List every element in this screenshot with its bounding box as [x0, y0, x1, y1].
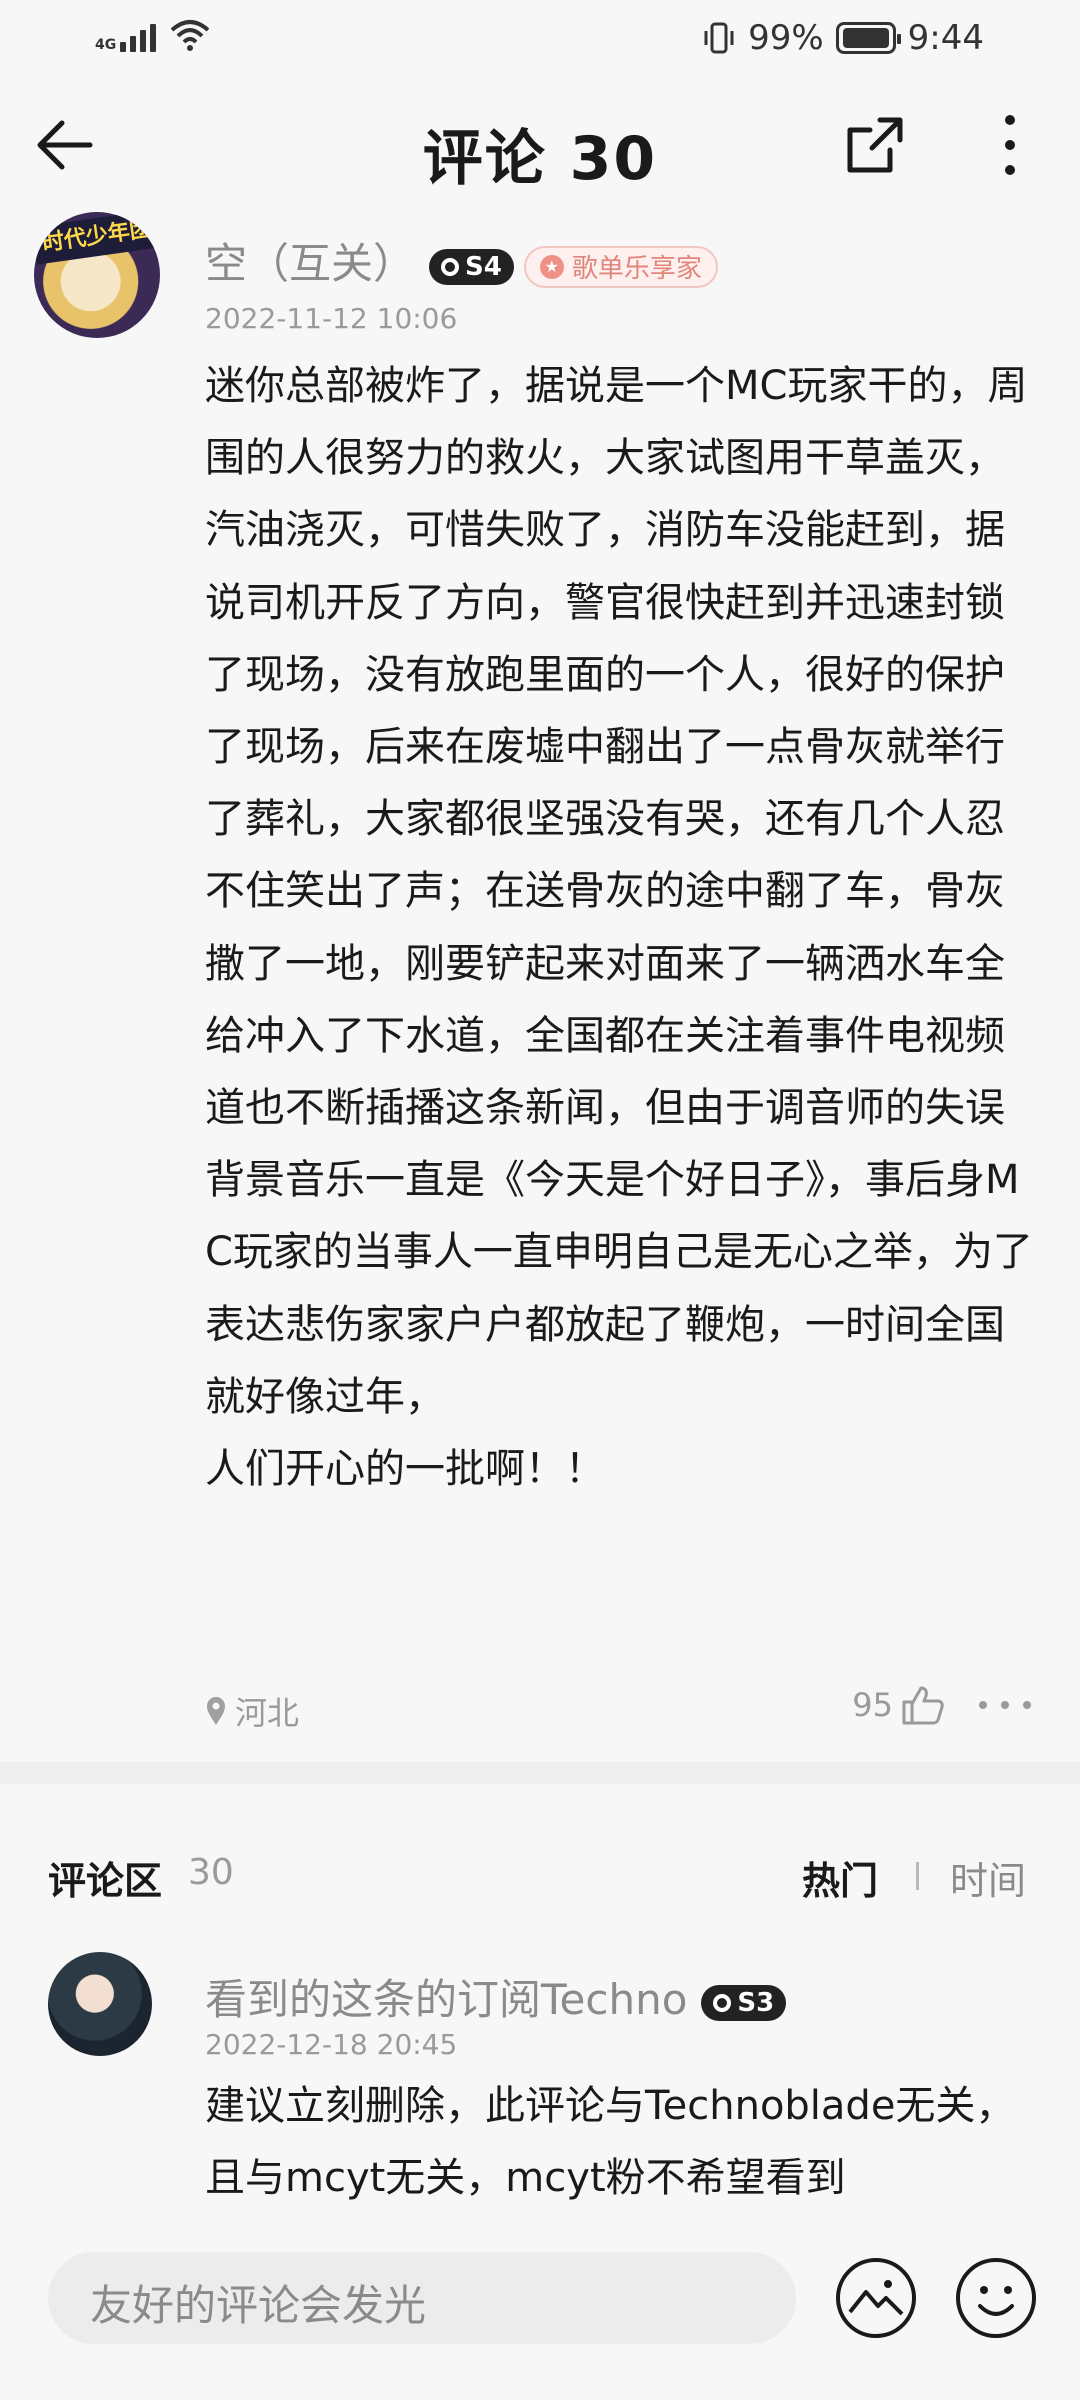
- page-title: 评论 30: [422, 124, 658, 194]
- section-divider: [0, 1762, 1080, 1784]
- level-text: S3: [737, 1987, 775, 2018]
- status-bar: 4G 99% 9:44: [0, 0, 1080, 80]
- location-pin-icon: [207, 1697, 225, 1725]
- vip-badge[interactable]: ★ 歌单乐享家: [523, 245, 718, 288]
- comments-title: 评论区: [48, 1859, 163, 1903]
- status-left: 4G: [95, 18, 210, 52]
- share-icon[interactable]: [840, 110, 910, 180]
- emoji-icon[interactable]: [954, 2256, 1038, 2340]
- star-icon: ★: [539, 254, 564, 279]
- comment-date: 2022-11-12 10:06: [205, 302, 458, 335]
- level-badge: S4: [429, 248, 514, 285]
- network-type: 4G: [95, 37, 117, 53]
- location: 河北: [205, 1688, 299, 1734]
- battery-icon: [835, 22, 901, 54]
- clock: 9:44: [907, 18, 984, 58]
- signal-group: 4G: [95, 18, 157, 53]
- more-horizontal-icon[interactable]: [975, 1680, 1035, 1730]
- comment-author[interactable]: 空（互关） S4 ★ 歌单乐享家: [205, 230, 718, 291]
- comment-input-bar: 友好的评论会发光: [0, 2210, 1080, 2400]
- input-placeholder: 友好的评论会发光: [90, 2281, 427, 2330]
- vibrate-icon: [704, 22, 734, 54]
- thumbs-up-icon: [902, 1686, 944, 1725]
- sort-separator: [916, 1862, 919, 1890]
- avatar-badge: 时代少年团: [34, 212, 160, 265]
- image-icon[interactable]: [834, 2256, 918, 2340]
- comment-date: 2022-12-18 20:45: [205, 2028, 458, 2061]
- level-badge: S3: [701, 1984, 787, 2021]
- battery-percent: 99%: [748, 18, 824, 58]
- vip-badge-label: 歌单乐享家: [571, 254, 702, 284]
- list-item: 看到的这条的订阅Techno S3 2022-12-18 20:45 建议立刻删除…: [0, 1950, 1080, 2210]
- avatar[interactable]: 时代少年团: [34, 212, 160, 338]
- main-comment: 时代少年团 空（互关） S4 ★ 歌单乐享家 2022-11-12 10:06 迷你总…: [0, 200, 1080, 1760]
- like-count: 95: [852, 1686, 893, 1724]
- username[interactable]: 看到的这条的订阅Techno: [205, 1975, 687, 2024]
- comments-count: 30: [188, 1852, 234, 1893]
- top-app-bar: 评论 30: [0, 80, 1080, 215]
- level-text: S4: [465, 251, 502, 282]
- like-button[interactable]: 95: [852, 1684, 945, 1726]
- username[interactable]: 空（互关）: [205, 239, 415, 288]
- location-text: 河北: [235, 1694, 300, 1732]
- comment-meta: 河北 95: [205, 1680, 1035, 1740]
- sort-time-tab[interactable]: 时间: [950, 1850, 1026, 1905]
- comment-input[interactable]: 友好的评论会发光: [48, 2252, 796, 2344]
- comment-author[interactable]: 看到的这条的订阅Techno S3: [205, 1966, 787, 2027]
- comments-header: 评论区 30 热门 时间: [0, 1840, 1080, 1910]
- status-right: 99% 9:44: [702, 18, 984, 58]
- sort-hot-tab[interactable]: 热门: [802, 1850, 878, 1905]
- wifi-icon: [170, 20, 210, 51]
- comment-text: 建议立刻删除，此评论与Technoblade无关，且与mcyt无关，mcyt粉不…: [205, 2083, 1016, 2201]
- avatar[interactable]: [48, 1952, 152, 2056]
- comment-text: 迷你总部被炸了，据说是一个MC玩家干的，周围的人很努力的救火，大家试图用干草盖灭…: [205, 363, 1033, 1493]
- signal-icon: [120, 18, 157, 52]
- more-vertical-icon[interactable]: [985, 110, 1035, 180]
